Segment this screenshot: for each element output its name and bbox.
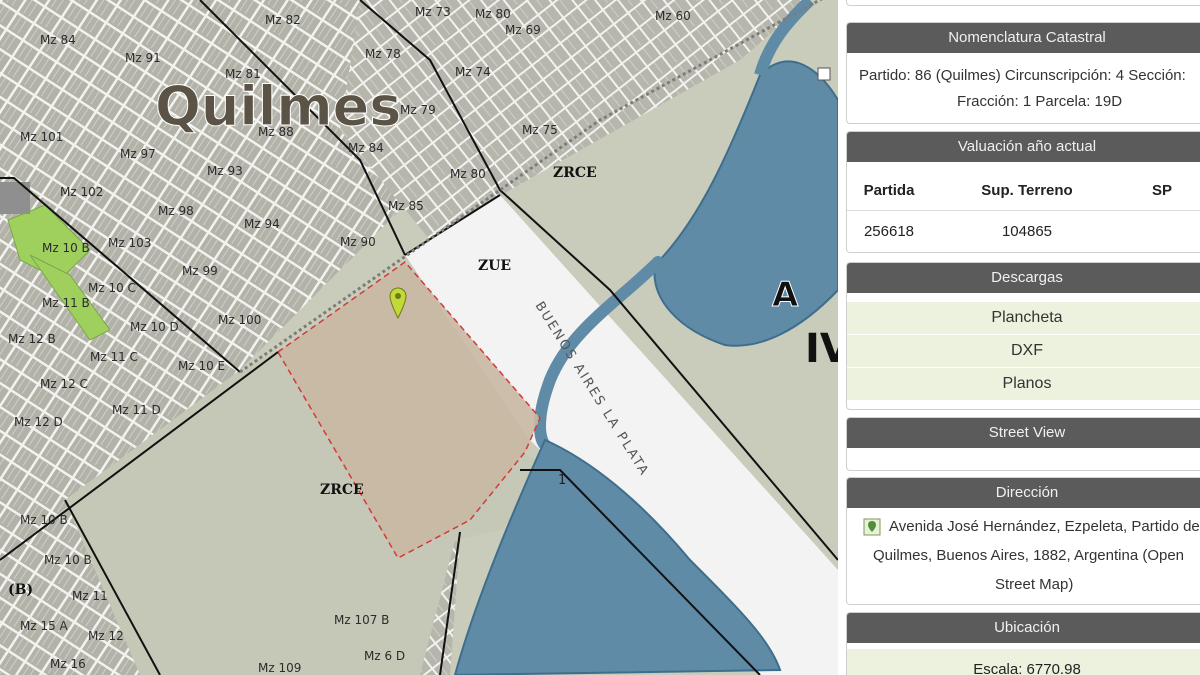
column-header: SP	[1151, 181, 1172, 199]
address-line: Street Map)	[995, 576, 1074, 593]
block-label: Mz 69	[505, 23, 541, 37]
block-label: Mz 15 A	[20, 619, 69, 633]
dxf-link[interactable]: DXF	[847, 334, 1200, 367]
nomenclatura-line: Partido: 86 (Quilmes) Circunscripción: 4…	[859, 67, 1186, 84]
block-label: Mz 91	[125, 51, 161, 65]
block-label: Mz 79	[400, 103, 436, 117]
planos-link[interactable]: Planos	[847, 367, 1200, 400]
partida-cell: 256618	[847, 210, 931, 251]
block-label: Mz 81	[225, 67, 261, 81]
block-label: Mz 80	[475, 7, 511, 21]
block-label: Mz 60	[655, 9, 691, 23]
direccion-body: Avenida José Hernández, Ezpeleta, Partid…	[847, 508, 1200, 599]
block-label: Mz 10 E	[178, 359, 225, 373]
route-marker: 1	[558, 473, 566, 488]
nomenclatura-header: Nomenclatura Catastral	[847, 23, 1200, 53]
block-label: Mz 109	[258, 661, 301, 675]
block-label: Mz 75	[522, 123, 558, 137]
zone-label: ZRCE	[320, 482, 364, 498]
valuacion-header: Valuación año actual	[847, 132, 1200, 162]
block-label: Mz 84	[348, 141, 384, 155]
block-label: Mz 93	[207, 164, 243, 178]
block-label: Mz 82	[265, 13, 301, 27]
descargas-header: Descargas	[847, 263, 1200, 293]
block-label: Mz 12 B	[8, 332, 56, 346]
ubicacion-header: Ubicación	[847, 613, 1200, 643]
block-label: Mz 90	[340, 235, 376, 249]
info-panel: Nomenclatura Catastral Partido: 86 (Quil…	[844, 0, 1200, 675]
nomenclatura-line: Fracción: 1 Parcela: 19D	[957, 93, 1123, 110]
block-label: Mz 85	[388, 199, 424, 213]
block-label: Mz 74	[455, 65, 491, 79]
block-label: Mz 73	[415, 5, 451, 19]
address-line: Quilmes, Buenos Aires, 1882, Argentina (…	[873, 547, 1185, 564]
block-label: Mz 84	[40, 33, 76, 47]
block-label: Mz 11 D	[112, 403, 161, 417]
block-label: Mz 10 C	[88, 281, 136, 295]
street-view-card[interactable]: Street View	[846, 417, 1200, 471]
ubicacion-card: Ubicación Escala: 6770.98	[846, 612, 1200, 675]
block-label: Mz 101	[20, 130, 63, 144]
sector-label: IV	[805, 326, 838, 372]
block-label: Mz 12 D	[14, 415, 63, 429]
block-label: Mz 100	[218, 313, 261, 327]
block-label: Mz 11	[72, 589, 108, 603]
top-card	[846, 0, 1200, 6]
zone-label: ZUE	[478, 258, 511, 274]
block-label: Mz 103	[108, 236, 151, 250]
nomenclatura-body: Partido: 86 (Quilmes) Circunscripción: 4…	[847, 53, 1200, 115]
street-view-header[interactable]: Street View	[847, 418, 1200, 448]
map-view[interactable]: Quilmes BUENOS AIRES LA PLATA ZRCE ZUE Z…	[0, 0, 838, 675]
sup-terreno-cell: 104865	[931, 210, 1123, 251]
plancheta-link[interactable]: Plancheta	[847, 301, 1200, 334]
map-pin-icon	[863, 518, 881, 536]
descargas-card: Descargas Plancheta DXF Planos	[846, 262, 1200, 410]
direccion-card: Dirección Avenida José Hernández, Ezpele…	[846, 477, 1200, 605]
block-label: Mz 6 D	[364, 649, 405, 663]
block-label: Mz 10 B	[44, 553, 92, 567]
sp-cell	[1123, 210, 1200, 251]
address-line: Avenida José Hernández, Ezpeleta, Partid…	[889, 518, 1200, 535]
map-control[interactable]	[817, 67, 831, 81]
scale-readout: Escala: 6770.98	[847, 649, 1200, 675]
column-header: Sup. Terreno	[981, 181, 1073, 199]
side-label: (B)	[8, 582, 33, 598]
nomenclatura-card: Nomenclatura Catastral Partido: 86 (Quil…	[846, 22, 1200, 124]
table-row: 256618 104865	[847, 210, 1200, 251]
block-label: Mz 12	[88, 629, 124, 643]
block-label: Mz 12 C	[40, 377, 88, 391]
block-label: Mz 11 B	[42, 296, 90, 310]
valuacion-card: Valuación año actual Partida Sup. Terren…	[846, 131, 1200, 253]
block-label: Mz 11 C	[90, 350, 138, 364]
sector-label: A	[772, 275, 799, 315]
block-label: Mz 107 B	[334, 613, 389, 627]
block-label: Mz 10 B	[42, 241, 90, 255]
block-label: Mz 88	[258, 125, 294, 139]
direccion-header: Dirección	[847, 478, 1200, 508]
block-label: Mz 10 D	[130, 320, 179, 334]
block-label: Mz 102	[60, 185, 103, 199]
column-header: Partida	[863, 181, 915, 199]
block-label: Mz 78	[365, 47, 401, 61]
block-label: Mz 99	[182, 264, 218, 278]
block-label: Mz 97	[120, 147, 156, 161]
zone-label: ZRCE	[553, 165, 597, 181]
block-label: Mz 10 B	[20, 513, 68, 527]
block-label: Mz 98	[158, 204, 194, 218]
block-label: Mz 16	[50, 657, 86, 671]
block-label: Mz 80	[450, 167, 486, 181]
block-label: Mz 94	[244, 217, 280, 231]
